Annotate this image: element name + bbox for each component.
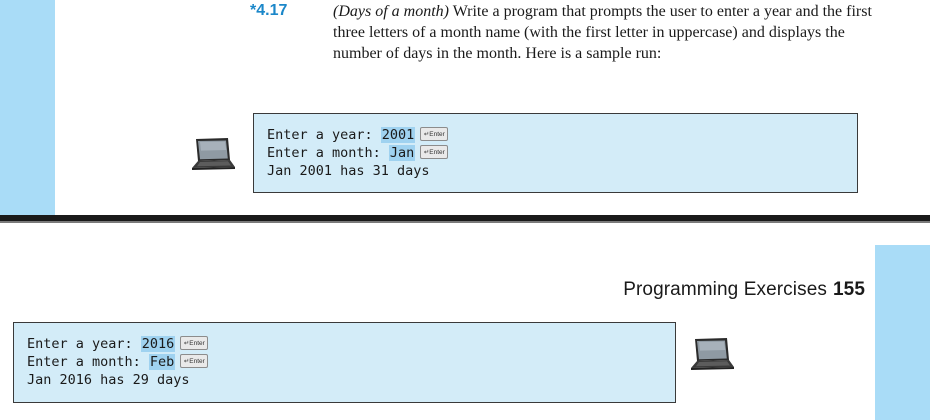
section-title: Programming Exercises	[623, 279, 827, 300]
run-output: Jan 2016 has 29 days	[27, 372, 190, 388]
exercise-title: (Days of a month)	[333, 3, 449, 20]
right-margin-band	[875, 245, 930, 420]
enter-key-icon: ↵Enter	[420, 145, 449, 159]
input-year: 2001	[380, 127, 416, 143]
exercise-description: (Days of a month) Write a program that p…	[333, 1, 878, 64]
enter-key-icon: ↵Enter	[420, 127, 449, 141]
enter-key-icon: ↵Enter	[180, 354, 209, 368]
run-output: Jan 2001 has 31 days	[267, 163, 430, 179]
left-margin-band	[0, 0, 55, 215]
prompt-year: Enter a year:	[27, 336, 141, 352]
sample-run-box: Enter a year: 2001 ↵Enter Enter a month: …	[253, 113, 858, 193]
prompt-year: Enter a year:	[267, 127, 381, 143]
laptop-icon	[689, 337, 735, 376]
prompt-month: Enter a month:	[267, 145, 389, 161]
page-number: 155	[832, 279, 865, 300]
page-break-shadow	[0, 221, 930, 223]
input-month: Jan	[388, 145, 416, 161]
sample-run-box: Enter a year: 2016 ↵Enter Enter a month: …	[13, 322, 676, 403]
input-month: Feb	[148, 354, 176, 370]
running-head: Programming Exercises 155	[623, 279, 865, 301]
laptop-icon	[190, 137, 236, 176]
enter-key-icon: ↵Enter	[180, 336, 209, 350]
input-year: 2016	[140, 336, 176, 352]
exercise-number: *4.17	[250, 2, 288, 19]
prompt-month: Enter a month:	[27, 354, 149, 370]
